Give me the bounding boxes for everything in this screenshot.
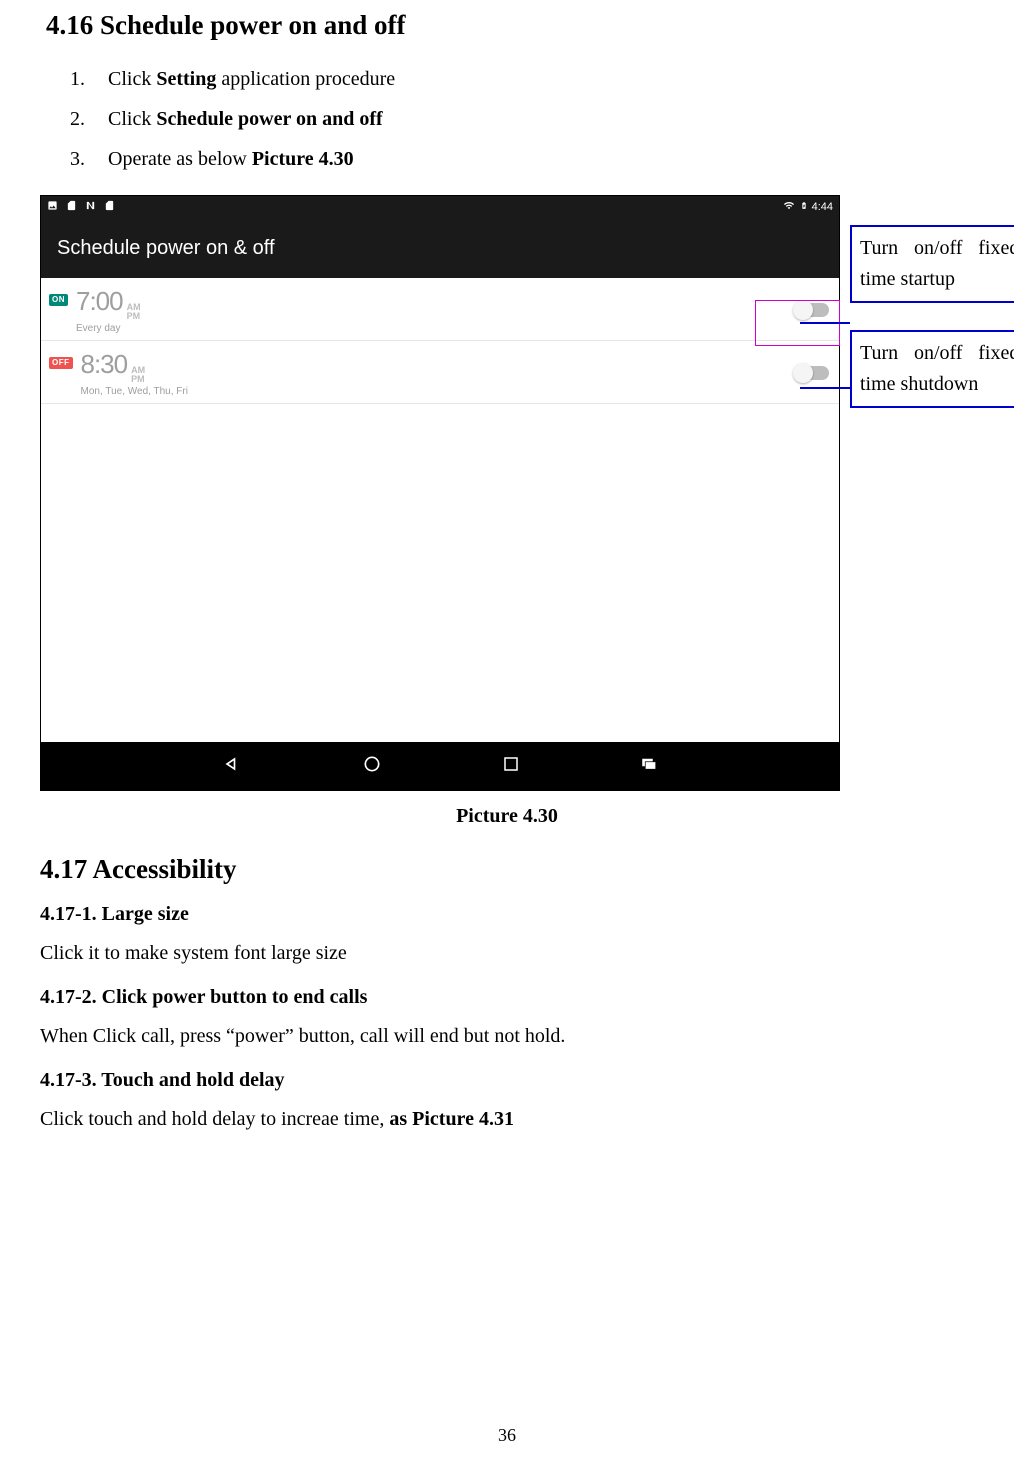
step-text-pre: Operate as below [108, 148, 252, 170]
status-bar: 4:44 [41, 196, 839, 218]
schedule-row-on[interactable]: ON 7:00 AM PM Every day [41, 278, 839, 341]
figure-caption: Picture 4.30 [40, 805, 974, 828]
toggle-switch-on-schedule[interactable] [795, 303, 829, 317]
recents-icon[interactable] [502, 755, 520, 778]
para-bold: as Picture 4.31 [389, 1108, 514, 1130]
time-line: 7:00 AM PM [76, 286, 141, 321]
days-label: Every day [76, 323, 141, 334]
paragraph: Click it to make system font large size [40, 936, 974, 970]
app-bar-title: Schedule power on & off [57, 237, 275, 260]
step-text-pre: Click [108, 108, 156, 130]
time-line: 8:30 AM PM [81, 349, 188, 384]
steps-list: Click Setting application procedure Clic… [90, 59, 974, 179]
ampm-stack: AM PM [127, 303, 141, 321]
time-block: 7:00 AM PM Every day [76, 286, 141, 334]
subsection-heading: 4.17-1. Large size [40, 903, 974, 926]
time-block: 8:30 AM PM Mon, Tue, Wed, Thu, Fri [81, 349, 188, 397]
step-text-bold: Schedule power on and off [156, 108, 382, 130]
app-bar: Schedule power on & off [41, 218, 839, 278]
n-icon [85, 200, 96, 214]
pm-label: PM [127, 312, 141, 321]
status-time: 4:44 [812, 201, 833, 213]
step-item: Click Setting application procedure [90, 59, 974, 99]
step-item: Operate as below Picture 4.30 [90, 139, 974, 179]
home-icon[interactable] [362, 754, 382, 779]
callout-shutdown: Turn on/off fixed-time shutdown [850, 330, 1014, 408]
paragraph: When Click call, press “power” button, c… [40, 1019, 974, 1053]
page-number: 36 [498, 1425, 516, 1446]
section-heading-4-17: 4.17 Accessibility [40, 854, 974, 885]
device-empty-area [41, 404, 839, 742]
days-label: Mon, Tue, Wed, Thu, Fri [81, 386, 188, 397]
battery-icon [800, 199, 808, 215]
status-right: 4:44 [782, 199, 833, 215]
connector-line [800, 322, 850, 324]
step-text-bold: Picture 4.30 [252, 148, 354, 170]
sd-icon [66, 200, 77, 214]
schedule-row-off[interactable]: OFF 8:30 AM PM Mon, Tue, Wed, Thu, Fri [41, 341, 839, 404]
section-heading-4-16: 4.16 Schedule power on and off [46, 10, 974, 41]
navigation-bar [41, 742, 839, 790]
callout-startup: Turn on/off fixed-time startup [850, 225, 1014, 303]
subsection-heading: 4.17-3. Touch and hold delay [40, 1069, 974, 1092]
time-value: 8:30 [81, 349, 128, 380]
status-left [47, 200, 115, 214]
subsection-heading: 4.17-2. Click power button to end calls [40, 986, 974, 1009]
paragraph: Click touch and hold delay to increae ti… [40, 1102, 974, 1136]
step-text-bold: Setting [156, 68, 216, 90]
para-text: When Click call, press “power” button, c… [40, 1025, 565, 1047]
step-item: Click Schedule power on and off [90, 99, 974, 139]
toggle-switch-off-schedule[interactable] [795, 366, 829, 380]
off-badge: OFF [49, 357, 73, 369]
step-text-pre: Click [108, 68, 156, 90]
on-badge: ON [49, 294, 68, 306]
step-text-post: application procedure [216, 68, 395, 90]
wifi-icon [782, 200, 796, 214]
para-text: Click it to make system font large size [40, 942, 347, 964]
sd-icon-2 [104, 200, 115, 214]
pm-label: PM [131, 375, 145, 384]
device-screenshot: 4:44 Schedule power on & off ON 7:00 AM … [40, 195, 840, 791]
para-text: Click touch and hold delay to increae ti… [40, 1108, 389, 1130]
time-value: 7:00 [76, 286, 123, 317]
back-icon[interactable] [222, 754, 242, 779]
image-icon [47, 200, 58, 214]
screenshot-icon[interactable] [640, 755, 658, 778]
ampm-stack: AM PM [131, 366, 145, 384]
figure-wrapper: 4:44 Schedule power on & off ON 7:00 AM … [40, 195, 974, 791]
connector-line [800, 387, 850, 389]
